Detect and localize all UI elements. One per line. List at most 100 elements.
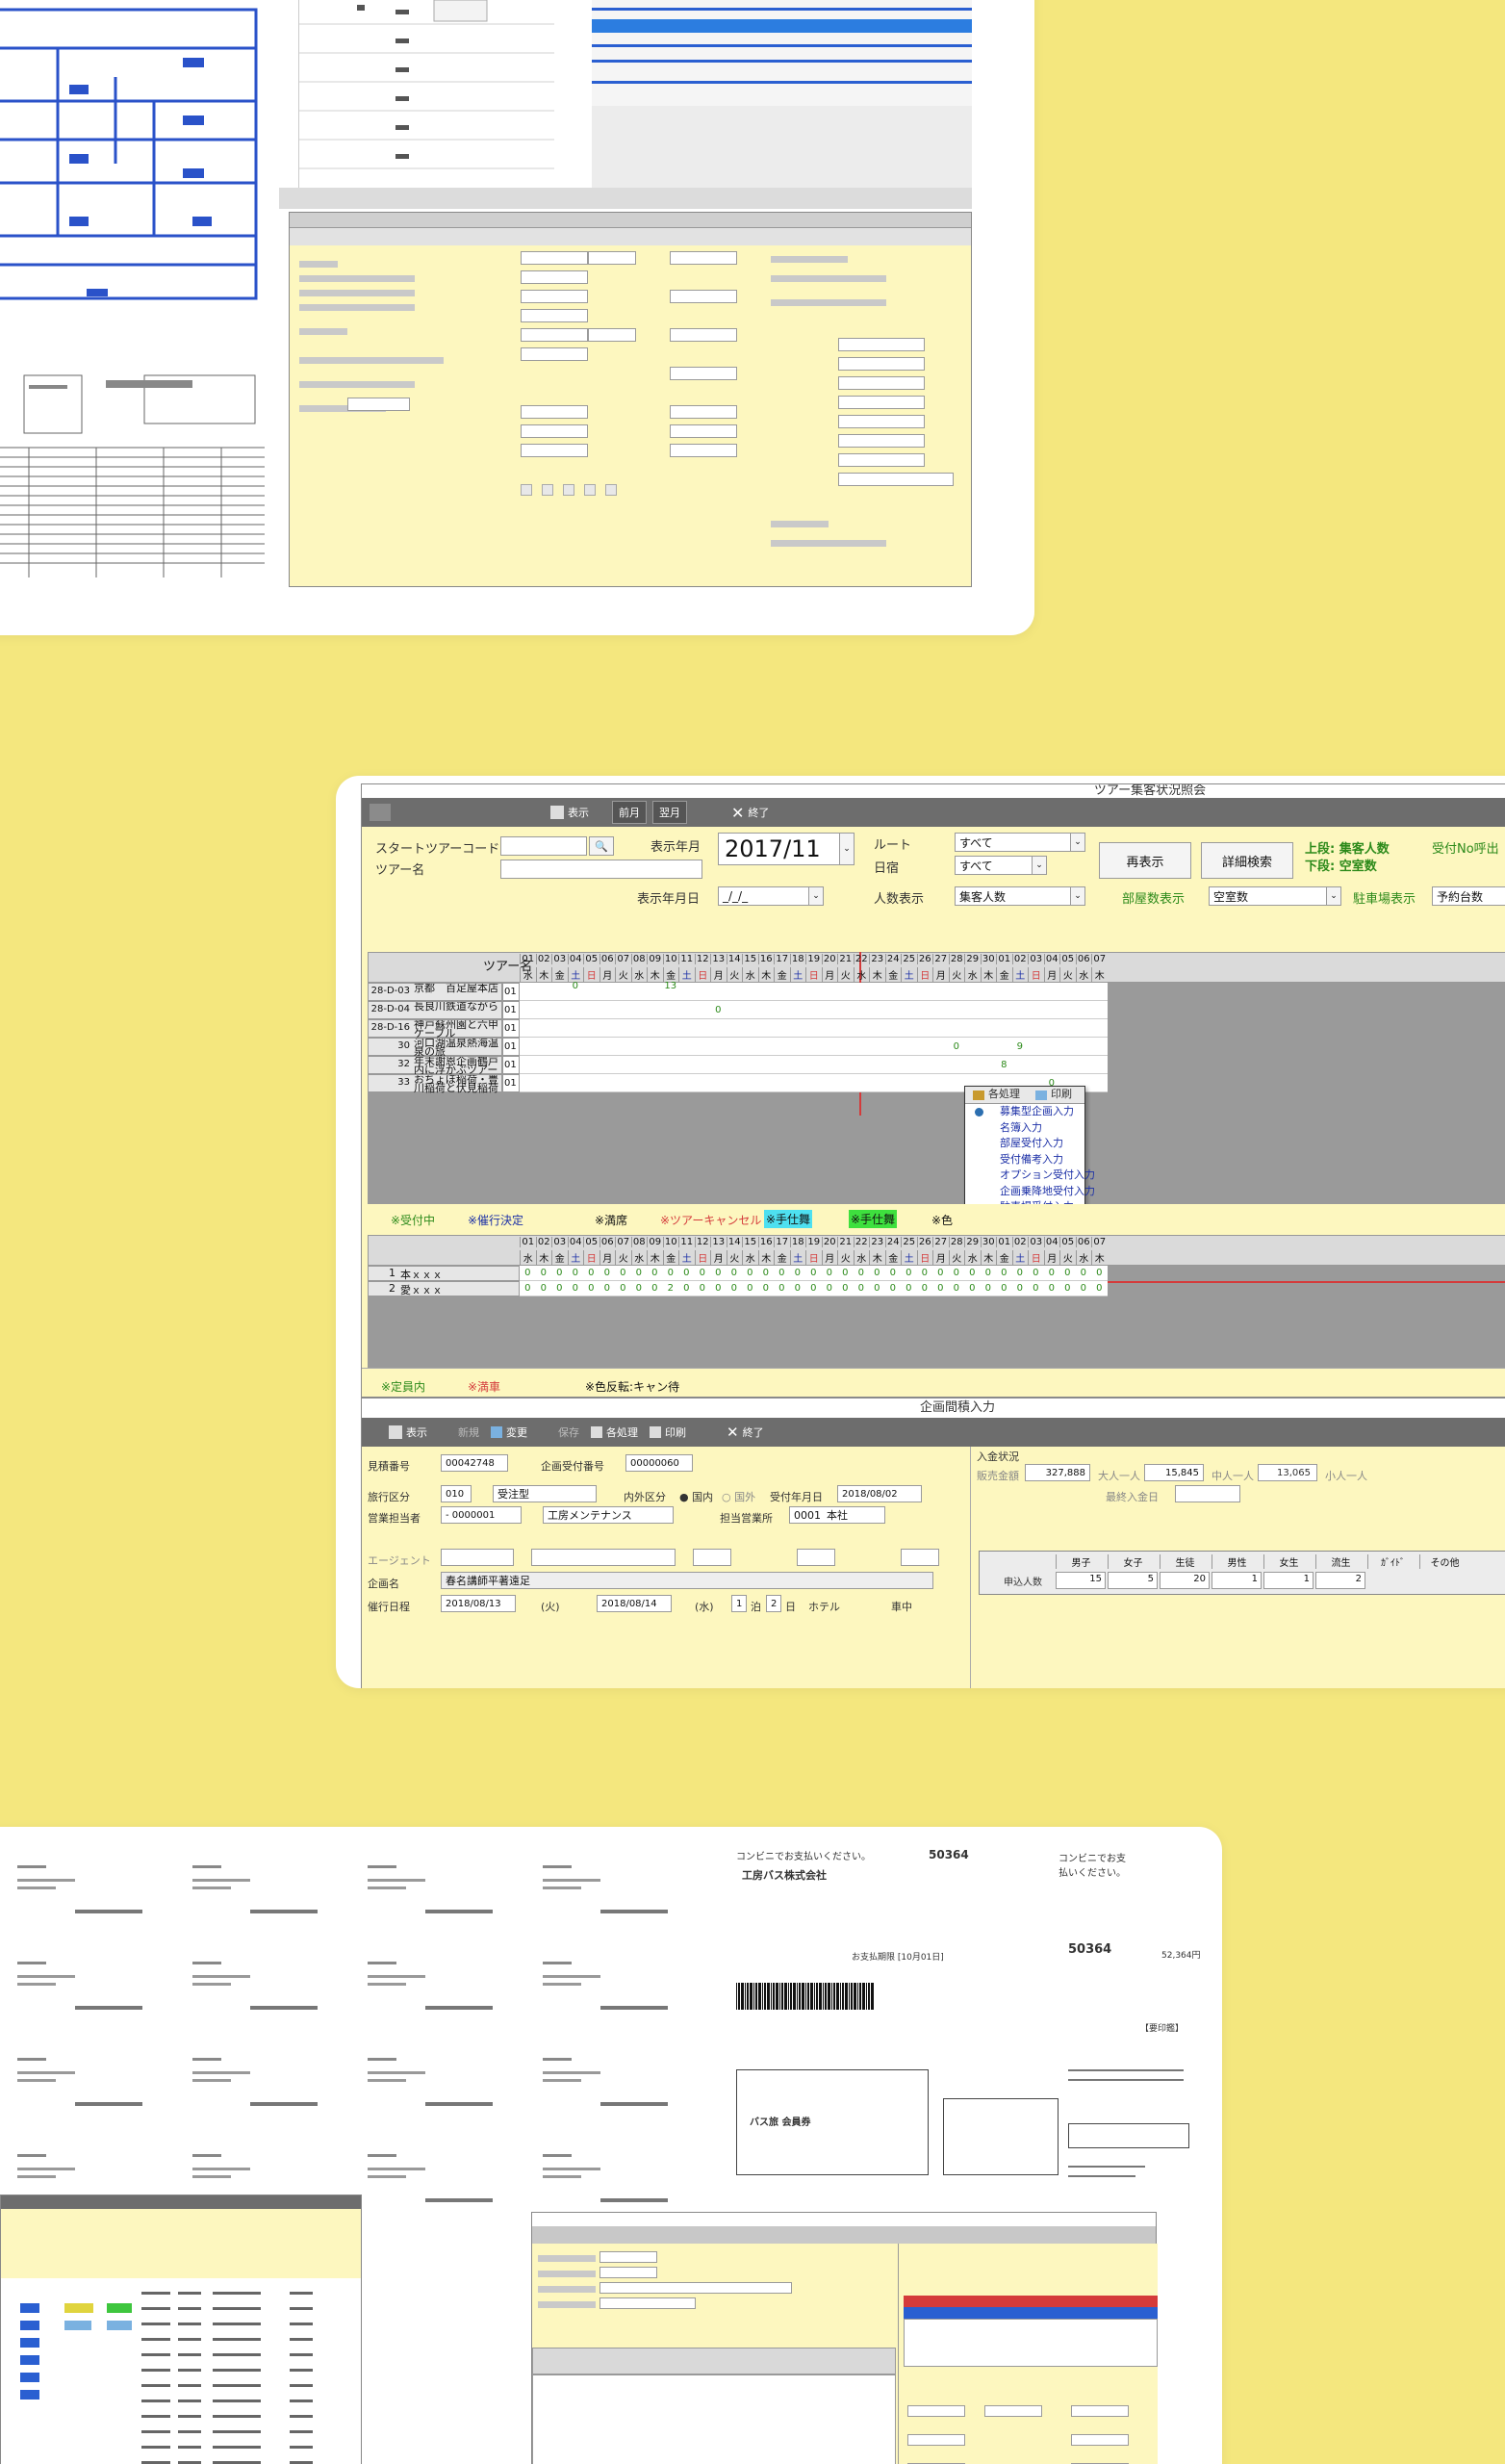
nights-field[interactable]: 1 [731,1595,747,1612]
address-line [192,2071,250,2074]
adult-price-field[interactable]: 15,845 [1144,1464,1204,1481]
tour-row-cells[interactable] [520,1019,1108,1038]
plan-receipt-no-field[interactable]: 00000060 [625,1454,693,1472]
weekday-cell: 火 [948,967,965,982]
display-button[interactable]: 表示 [550,805,589,820]
next-month-button[interactable]: 翌月 [652,801,687,824]
tour-name-input[interactable] [500,860,702,879]
plan-edit-button[interactable]: 変更 [491,1424,527,1440]
sales-staff-name[interactable]: 工房メンテナンス [543,1506,674,1524]
tour-name[interactable]: おちょぼ稲荷・豊川稲荷と伏見稲荷 [414,1075,500,1093]
agent-rate-field[interactable] [797,1549,835,1566]
menu-print-label[interactable]: 印刷 [1051,1087,1072,1103]
tour-row-cells[interactable] [520,983,1108,1001]
days-field[interactable]: 2 [766,1595,781,1612]
tour-name[interactable]: 年末謝恩企画鶴戸内に浮かぶツアー [414,1057,500,1075]
tour-name[interactable]: 長良川鉄道ながら [414,1002,500,1020]
prev-month-button[interactable]: 前月 [612,801,647,824]
menu-item[interactable]: 名簿入力 [965,1120,1084,1137]
tour-name[interactable]: 京都 百足屋本店 [414,984,500,1002]
room-display-select[interactable]: 空室数 [1209,886,1341,906]
chevron-down-icon[interactable]: ⌄ [1070,833,1085,852]
search-icon[interactable] [370,804,391,821]
plan-new-button[interactable]: 新規 [458,1424,479,1440]
menu-item[interactable]: 企画乗降地受付入力 [965,1184,1095,1200]
menu-item[interactable]: オプション受付入力 [965,1168,1095,1184]
day-cell: 11 [678,954,695,964]
start-date-field[interactable]: 2018/08/13 [441,1595,516,1612]
people-display-select[interactable]: 集客人数 [955,886,1085,906]
chevron-down-icon[interactable]: ⌄ [1326,886,1341,906]
agent-field[interactable] [441,1549,514,1566]
tour-filter-panel: スタートツアーコード ツアー名 🔍 表示年月 2017/11 ⌄ 表示年月日 _… [362,827,1505,952]
receipt-date-field[interactable]: 2018/08/02 [837,1485,922,1502]
route-select[interactable]: すべて [955,833,1085,852]
vehicle-count: 0 [794,1268,801,1278]
agent-name-field[interactable] [531,1549,676,1566]
day-cell: 23 [869,954,885,964]
table-scan-document [0,366,265,578]
vehicle-count: 0 [699,1283,705,1294]
menu-item[interactable]: 部屋受付入力 [965,1136,1084,1152]
sales-office-label: 担当営業所 [720,1512,773,1525]
plan-save-button[interactable]: 保存 [558,1424,579,1440]
day-cell: 03 [551,1237,568,1247]
plan-display-button[interactable]: 表示 [389,1424,427,1440]
plan-name-field[interactable]: 春名講師平著遠足 [441,1572,933,1589]
day-cell: 05 [583,954,599,964]
chevron-down-icon[interactable]: ⌄ [1070,886,1085,906]
travel-type-code[interactable]: 010 [441,1485,472,1502]
menu-item[interactable]: 受付備考入力 [965,1152,1084,1168]
search-tour-button[interactable]: 🔍 [589,836,614,856]
chevron-down-icon[interactable]: ⌄ [808,886,824,906]
tour-name[interactable]: 河口湖温泉熱海温泉の旅 [414,1039,500,1057]
day-cell: 01 [996,954,1012,964]
tour-name[interactable]: 神戸蘇州園と六甲ケーブル [414,1020,500,1039]
address-line [17,1975,75,1978]
weekday-cell: 日 [1028,967,1044,982]
agent-rate2-field[interactable] [901,1549,939,1566]
barcode-bar [825,1983,827,2010]
travel-type-value[interactable]: 受注型 [493,1485,597,1502]
status-legend: ※受付中 ※催行決定 ※満席 ※ツアーキャンセル ※手仕舞 ※手仕舞 ※色 [362,1204,1505,1235]
overseas-radio[interactable]: ○ 国外 [722,1489,755,1504]
day-cell: 16 [757,954,775,964]
menu-item[interactable]: 募集型企画入力 [965,1104,1084,1120]
display-ym-select[interactable]: 2017/11 [718,833,855,865]
count-value: 13 [664,981,677,991]
day-cell: 02 [1011,954,1029,964]
plan-print-button[interactable]: 印刷 [650,1424,686,1440]
plan-process-button[interactable]: 各処理 [591,1424,638,1440]
redisplay-button[interactable]: 再表示 [1099,842,1191,879]
address-zip [17,2058,46,2061]
folder-icon [973,1090,984,1100]
end-date-field[interactable]: 2018/08/14 [597,1595,672,1612]
address-line [192,2168,250,2170]
vehicle-name[interactable]: 愛ｘｘｘ [400,1282,443,1297]
chevron-down-icon[interactable]: ⌄ [1032,856,1047,875]
tour-row-cells[interactable] [520,1056,1108,1074]
agent-fee-field[interactable] [693,1549,731,1566]
plan-exit-button[interactable]: ✕ 終了 [727,1424,764,1441]
parking-display-select[interactable]: 予約台数 [1432,886,1505,906]
barcode-bar [814,1983,815,2010]
exit-button[interactable]: ✕ 終了 [731,804,769,822]
sales-amount-field[interactable]: 327,888 [1025,1464,1090,1481]
last-payment-field[interactable] [1175,1485,1240,1502]
domestic-radio[interactable]: ● 国内 [679,1489,713,1504]
sales-staff-field[interactable]: - 0000001 [441,1506,522,1524]
tour-row-cells[interactable] [520,1001,1108,1019]
detail-search-button[interactable]: 詳細検索 [1201,842,1293,879]
vehicle-name[interactable]: 本ｘｘｘ [400,1267,443,1282]
weekday-cell: 水 [964,1250,981,1265]
display-icon [389,1425,402,1439]
sales-office-field[interactable]: 0001 本社 [789,1506,885,1524]
receipt-no-label: 受付No呼出 [1432,842,1499,857]
start-tour-code-input[interactable] [500,836,587,856]
estimate-no-field[interactable]: 00042748 [441,1454,508,1472]
bullet-icon [975,1108,983,1116]
list-cell [141,2369,170,2372]
list-cell [178,2292,201,2295]
address-line [17,1879,75,1882]
chevron-down-icon[interactable]: ⌄ [839,833,855,865]
